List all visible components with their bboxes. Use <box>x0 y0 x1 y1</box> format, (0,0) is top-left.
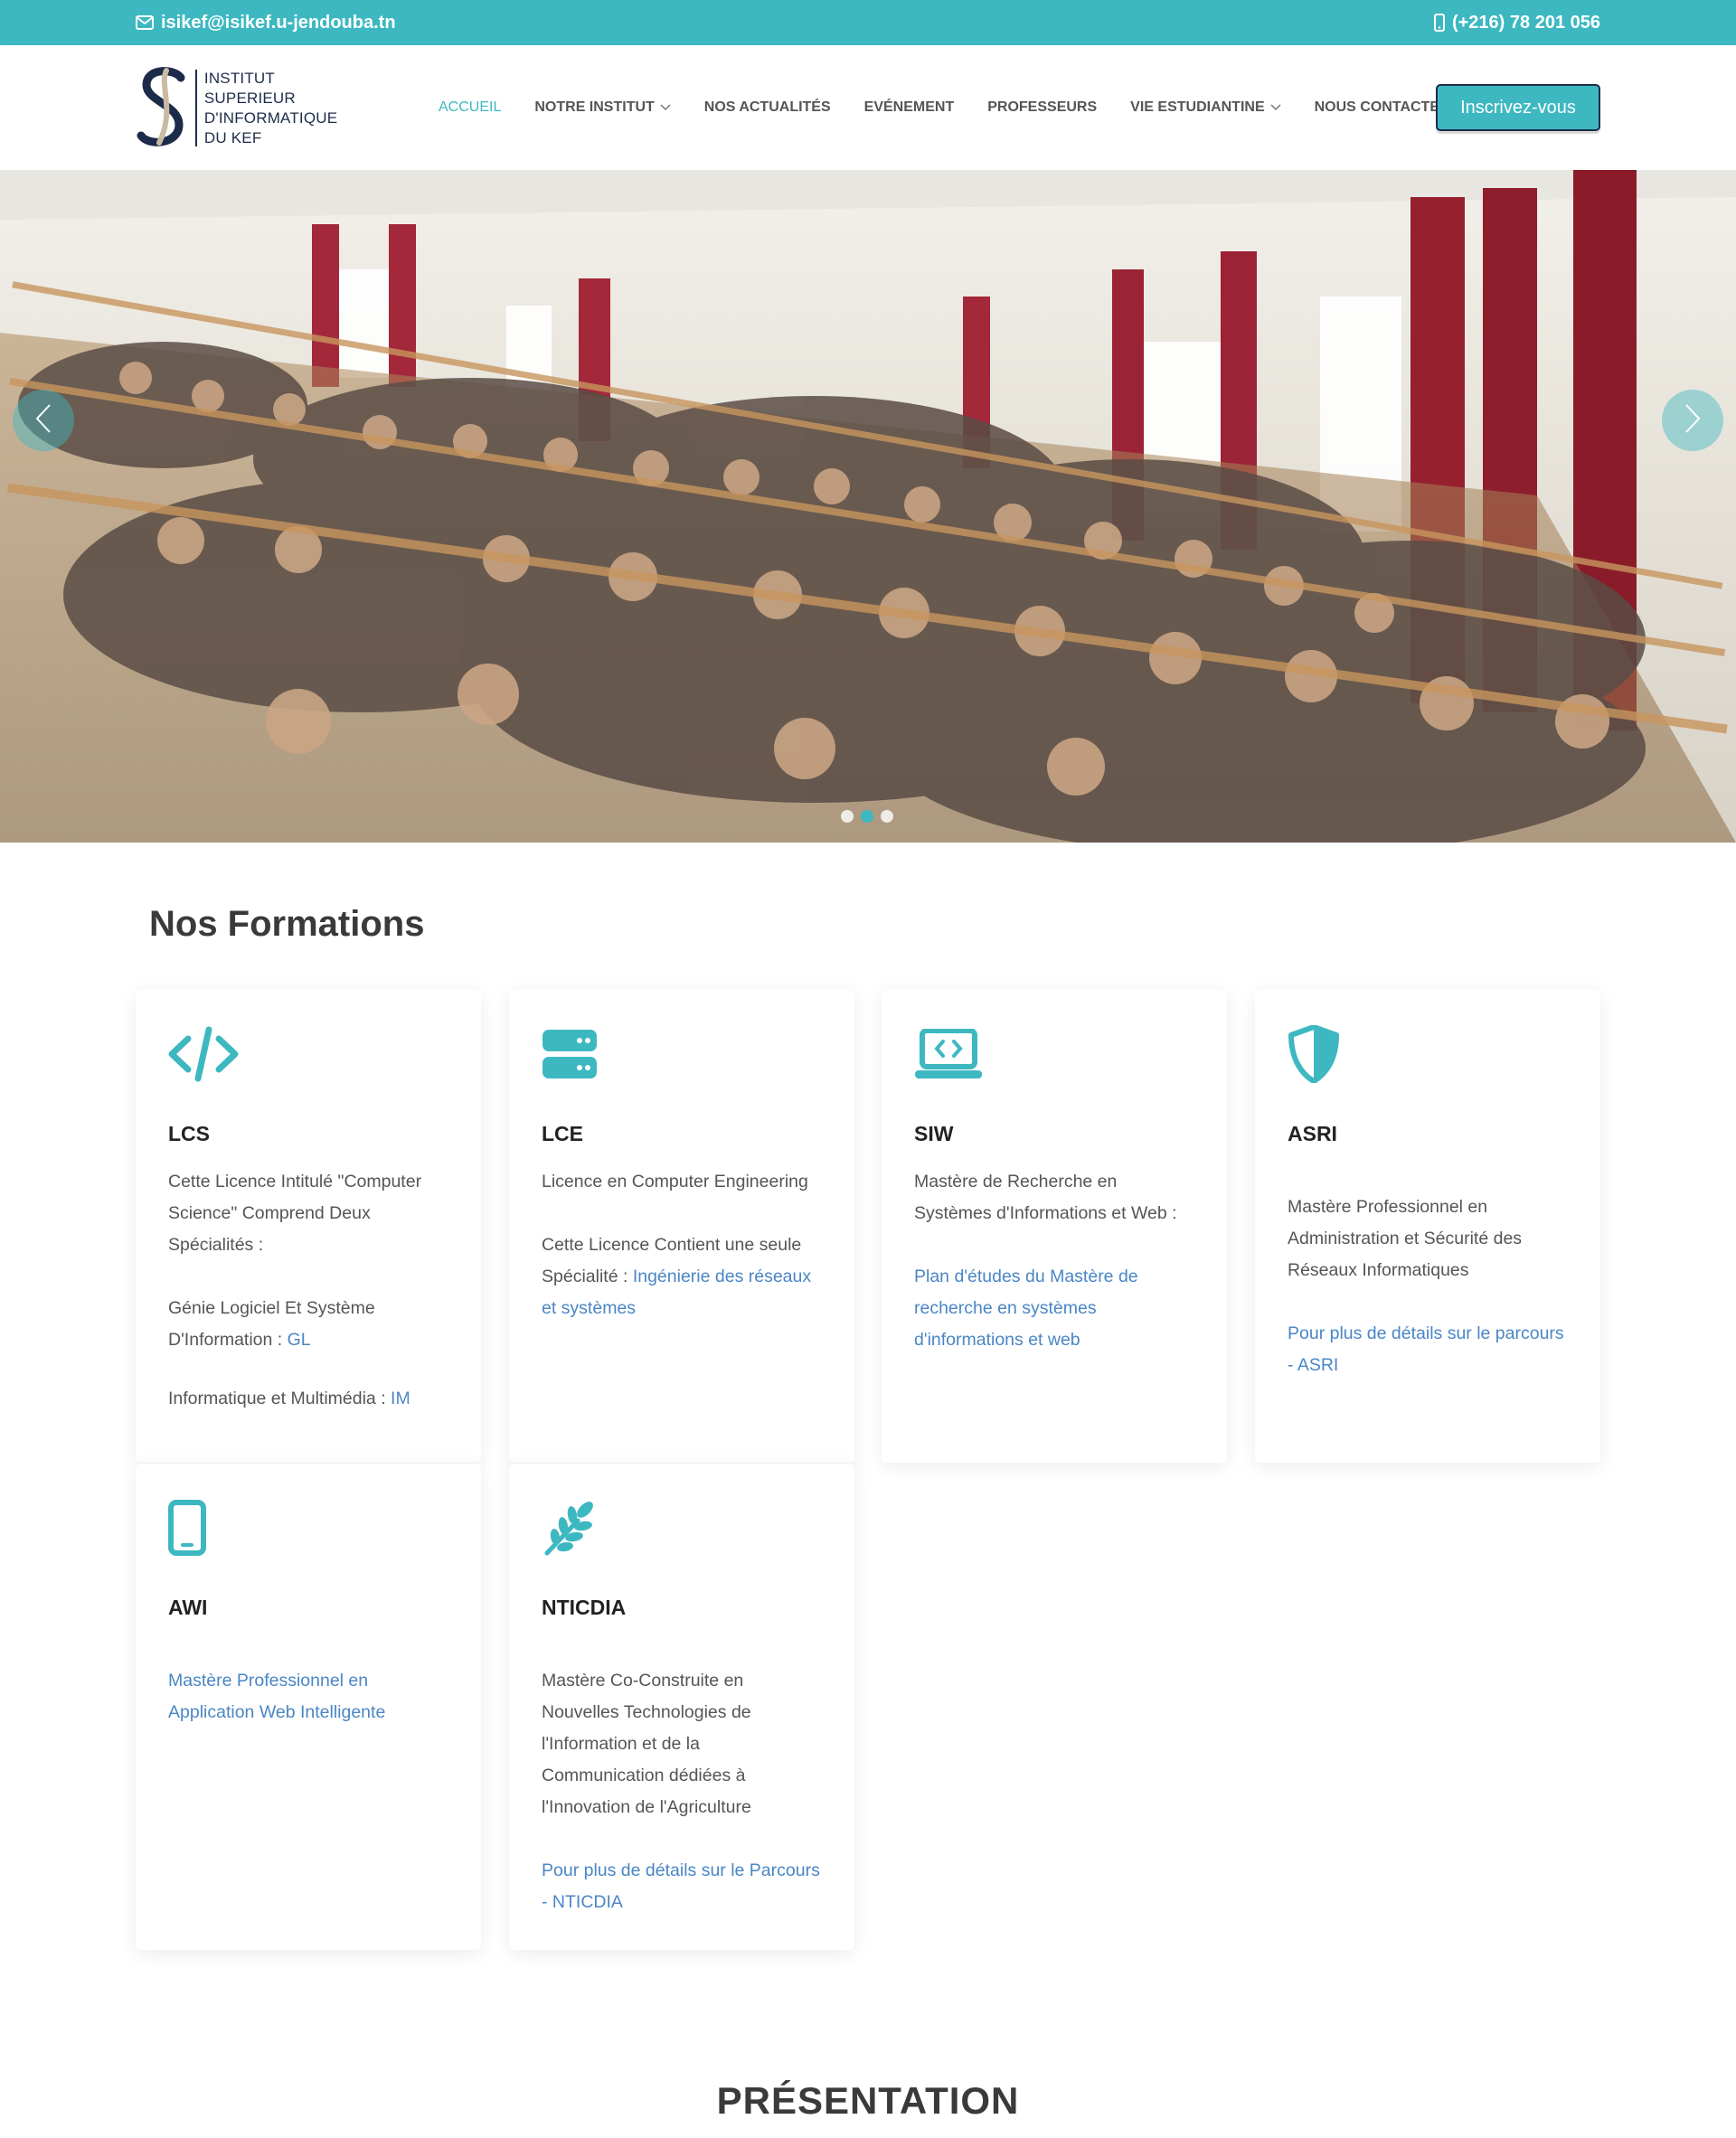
formation-card-asri: ASRI Mastère Professionnel en Administra… <box>1255 990 1600 1463</box>
presentation-title: PRÉSENTATION <box>716 2079 1020 2122</box>
formation-text: Mastère Co-Construite en Nouvelles Techn… <box>542 1671 751 1817</box>
formation-code: AWI <box>168 1596 208 1619</box>
nav-item-label[interactable]: PROFESSEURS <box>987 99 1097 116</box>
chevron-down-icon <box>660 99 671 116</box>
formation-text: Licence en Computer Engineering <box>542 1172 808 1191</box>
logo-divider <box>195 70 197 146</box>
formation-text: Mastère de Recherche en Systèmes d'Infor… <box>914 1172 1177 1223</box>
logo-s-mark <box>136 65 190 151</box>
shield-icon <box>1288 1022 1568 1086</box>
code-icon <box>168 1022 448 1086</box>
formation-code: LCS <box>168 1122 210 1145</box>
formation-link-awi[interactable]: Mastère Professionnel en Application Web… <box>168 1665 448 1728</box>
slider-dot-1[interactable] <box>841 810 854 823</box>
server-icon <box>542 1022 822 1086</box>
laptop-code-icon <box>914 1022 1194 1086</box>
formation-link-asri[interactable]: Pour plus de détails sur le parcours - A… <box>1288 1318 1568 1381</box>
formation-code: ASRI <box>1288 1122 1337 1145</box>
nav-item-nos-actualites[interactable]: NOS ACTUALITÉS <box>704 99 831 116</box>
formation-text: Informatique et Multimédia : IM <box>168 1383 448 1415</box>
formation-card-lcs: LCS Cette Licence Intitulé "Computer Sci… <box>136 990 481 1463</box>
formation-link-im[interactable]: IM <box>391 1389 410 1408</box>
nav-item-accueil[interactable]: ACCUEIL <box>439 99 501 116</box>
contact-email[interactable]: isikef@isikef.u-jendouba.tn <box>136 0 396 45</box>
nav-item-label[interactable]: NOS ACTUALITÉS <box>704 99 831 116</box>
nav-item-label[interactable]: NOTRE INSTITUT <box>534 99 654 116</box>
contact-email-text[interactable]: isikef@isikef.u-jendouba.tn <box>161 13 396 33</box>
hero-slider <box>0 170 1736 843</box>
main-navigation: ACCUEIL NOTRE INSTITUT NOS ACTUALITÉS EV… <box>439 45 1484 170</box>
nav-item-evenement[interactable]: EVÉNEMENT <box>864 99 955 116</box>
logo-line-1: INSTITUT SUPERIEUR <box>203 69 296 107</box>
nav-item-notre-institut[interactable]: NOTRE INSTITUT <box>534 99 671 116</box>
nav-item-label[interactable]: NOUS CONTACTER <box>1315 99 1450 116</box>
formation-text: Mastère Professionnel en Administration … <box>1288 1197 1523 1280</box>
wheat-icon <box>542 1496 822 1559</box>
chevron-down-icon <box>1270 99 1281 116</box>
formation-text-inline: Informatique et Multimédia : <box>168 1389 392 1408</box>
institute-logo[interactable]: INSTITUT SUPERIEUR D'INFORMATIQUE DU KEF <box>136 65 362 151</box>
nav-item-professeurs[interactable]: PROFESSEURS <box>987 99 1097 116</box>
site-header: INSTITUT SUPERIEUR D'INFORMATIQUE DU KEF… <box>0 45 1736 170</box>
formation-link-gl[interactable]: GL <box>288 1330 311 1350</box>
slider-prev-button[interactable] <box>13 390 74 451</box>
mobile-phone-icon <box>1433 14 1445 32</box>
formation-card-siw: SIW Mastère de Recherche en Systèmes d'I… <box>882 990 1227 1463</box>
slider-next-button[interactable] <box>1662 390 1723 451</box>
nav-item-nous-contacter[interactable]: NOUS CONTACTER <box>1315 99 1450 116</box>
chevron-left-icon <box>34 403 52 438</box>
formation-link-plan-siw[interactable]: Plan d'études du Mastère de recherche en… <box>914 1261 1194 1356</box>
formation-text: Cette Licence Contient une seule Spécial… <box>542 1229 822 1324</box>
nav-item-label[interactable]: EVÉNEMENT <box>864 99 955 116</box>
inscrivez-vous-button[interactable]: Inscrivez-vous <box>1436 84 1600 131</box>
slider-dot-2[interactable] <box>861 810 873 823</box>
formation-description: Mastère Professionnel en Administration … <box>1288 1191 1568 1381</box>
logo-line-2: D'INFORMATIQUE <box>203 108 338 127</box>
formation-code: LCE <box>542 1122 583 1145</box>
contact-phone[interactable]: (+216) 78 201 056 <box>1433 0 1600 45</box>
formation-description: Mastère de Recherche en Systèmes d'Infor… <box>914 1166 1194 1356</box>
slider-dots <box>841 810 893 823</box>
formation-text-inline: Génie Logiciel Et Système D'Information … <box>168 1298 375 1350</box>
chevron-right-icon <box>1684 403 1702 438</box>
formation-link-nticdia[interactable]: Pour plus de détails sur le Parcours - N… <box>542 1855 822 1918</box>
formation-code: NTICDIA <box>542 1596 627 1619</box>
envelope-icon <box>136 15 154 30</box>
formation-description: Mastère Co-Construite en Nouvelles Techn… <box>542 1665 822 1918</box>
formations-title: Nos Formations <box>149 904 425 944</box>
logo-text: INSTITUT SUPERIEUR D'INFORMATIQUE DU KEF <box>204 69 362 148</box>
nav-item-label[interactable]: ACCUEIL <box>439 99 501 116</box>
formation-card-lce: LCE Licence en Computer Engineering Cett… <box>509 990 854 1463</box>
hero-photo-lecture-hall <box>0 170 1736 843</box>
logo-line-3: DU KEF <box>203 128 262 146</box>
formation-description: Cette Licence Intitulé "Computer Science… <box>168 1166 448 1415</box>
formation-code: SIW <box>914 1122 954 1145</box>
formation-text: Cette Licence Intitulé "Computer Science… <box>168 1172 422 1255</box>
formation-text: Génie Logiciel Et Système D'Information … <box>168 1293 448 1356</box>
nav-item-label[interactable]: VIE ESTUDIANTINE <box>1130 99 1264 116</box>
formation-card-awi: AWI Mastère Professionnel en Application… <box>136 1464 481 1950</box>
nav-item-vie-estudiantine[interactable]: VIE ESTUDIANTINE <box>1130 99 1281 116</box>
contact-phone-text[interactable]: (+216) 78 201 056 <box>1452 13 1600 33</box>
top-contact-bar: isikef@isikef.u-jendouba.tn (+216) 78 20… <box>0 0 1736 45</box>
slider-dot-3[interactable] <box>881 810 893 823</box>
formation-description: Mastère Professionnel en Application Web… <box>168 1665 448 1728</box>
mobile-icon <box>168 1496 448 1559</box>
formation-card-nticdia: NTICDIA Mastère Co-Construite en Nouvell… <box>509 1464 854 1950</box>
formation-description: Licence en Computer Engineering Cette Li… <box>542 1166 822 1324</box>
